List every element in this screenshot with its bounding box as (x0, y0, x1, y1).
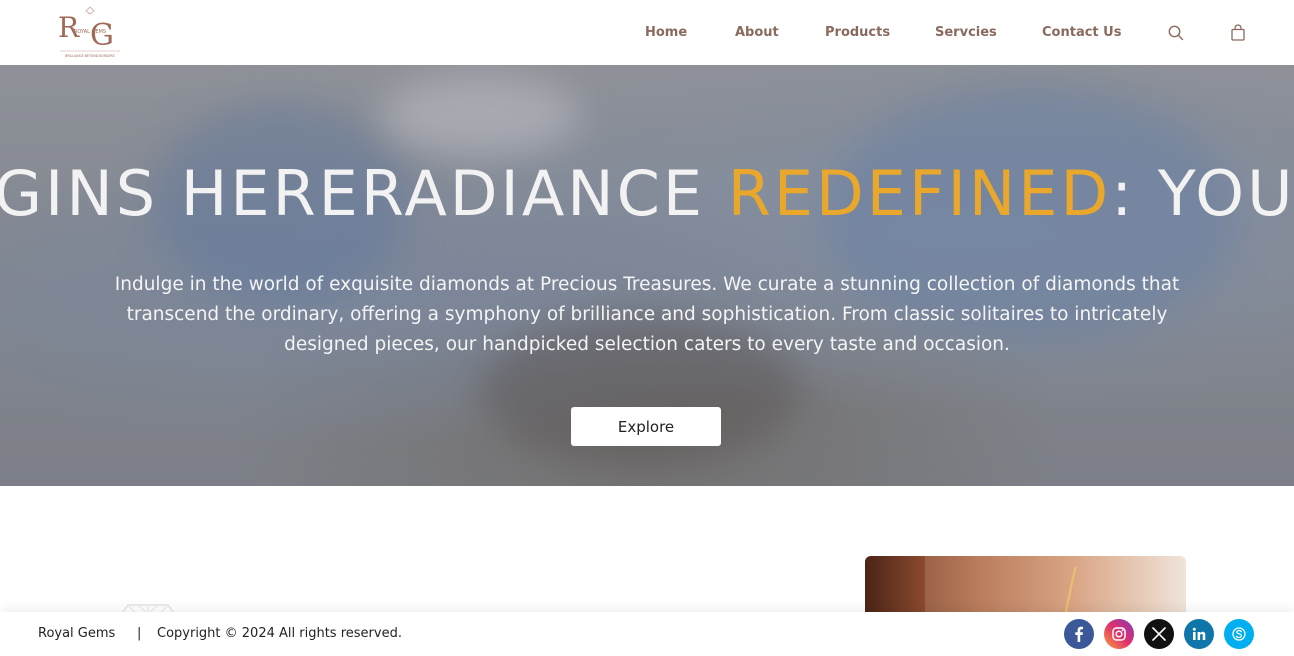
nav-services[interactable]: Servcies (935, 25, 997, 40)
footer-separator: | (137, 626, 142, 641)
hero-description: Indulge in the world of exquisite diamon… (114, 274, 1180, 355)
explore-button[interactable]: Explore (571, 407, 721, 446)
logo-tagline-text: BRILLIANCE BEYOND BORDERS (65, 54, 115, 58)
x-icon[interactable] (1144, 619, 1174, 649)
search-icon[interactable] (1167, 24, 1185, 42)
svg-text:G: G (90, 18, 114, 53)
site-header: R G ROYAL GEMS BRILLIANCE BEYOND BORDERS… (0, 0, 1294, 65)
hero-marquee-text: GINS HERERADIANCE REDEFINED: YOUR JOU (0, 157, 1294, 230)
logo-brand-text: ROYAL GEMS (74, 29, 106, 35)
skype-icon[interactable] (1224, 619, 1254, 649)
nav-about[interactable]: About (735, 25, 779, 40)
marquee-text-after: : YOUR JOU (1111, 157, 1294, 230)
nav-home[interactable]: Home (645, 25, 687, 40)
cart-icon[interactable] (1229, 24, 1247, 42)
facebook-icon[interactable] (1064, 619, 1094, 649)
hero-marquee: GINS HERERADIANCE REDEFINED: YOUR JOU (0, 157, 1294, 237)
nav-contact-us[interactable]: Contact Us (1042, 25, 1121, 40)
hero-banner: GINS HERERADIANCE REDEFINED: YOUR JOU In… (0, 65, 1294, 486)
royal-gems-logo-icon: R G ROYAL GEMS BRILLIANCE BEYOND BORDERS (58, 6, 120, 58)
marquee-text-before: GINS HERERADIANCE (0, 157, 728, 230)
linkedin-icon[interactable] (1184, 619, 1214, 649)
site-footer: Royal Gems | Copyright © 2024 All rights… (0, 612, 1294, 656)
instagram-icon[interactable] (1104, 619, 1134, 649)
marquee-text-accent: REDEFINED (727, 157, 1112, 230)
footer-copyright: Copyright © 2024 All rights reserved. (157, 626, 402, 641)
svg-text:R: R (58, 11, 80, 44)
nav-products[interactable]: Products (825, 25, 890, 40)
logo[interactable]: R G ROYAL GEMS BRILLIANCE BEYOND BORDERS (54, 5, 126, 59)
footer-brand: Royal Gems (38, 626, 116, 641)
